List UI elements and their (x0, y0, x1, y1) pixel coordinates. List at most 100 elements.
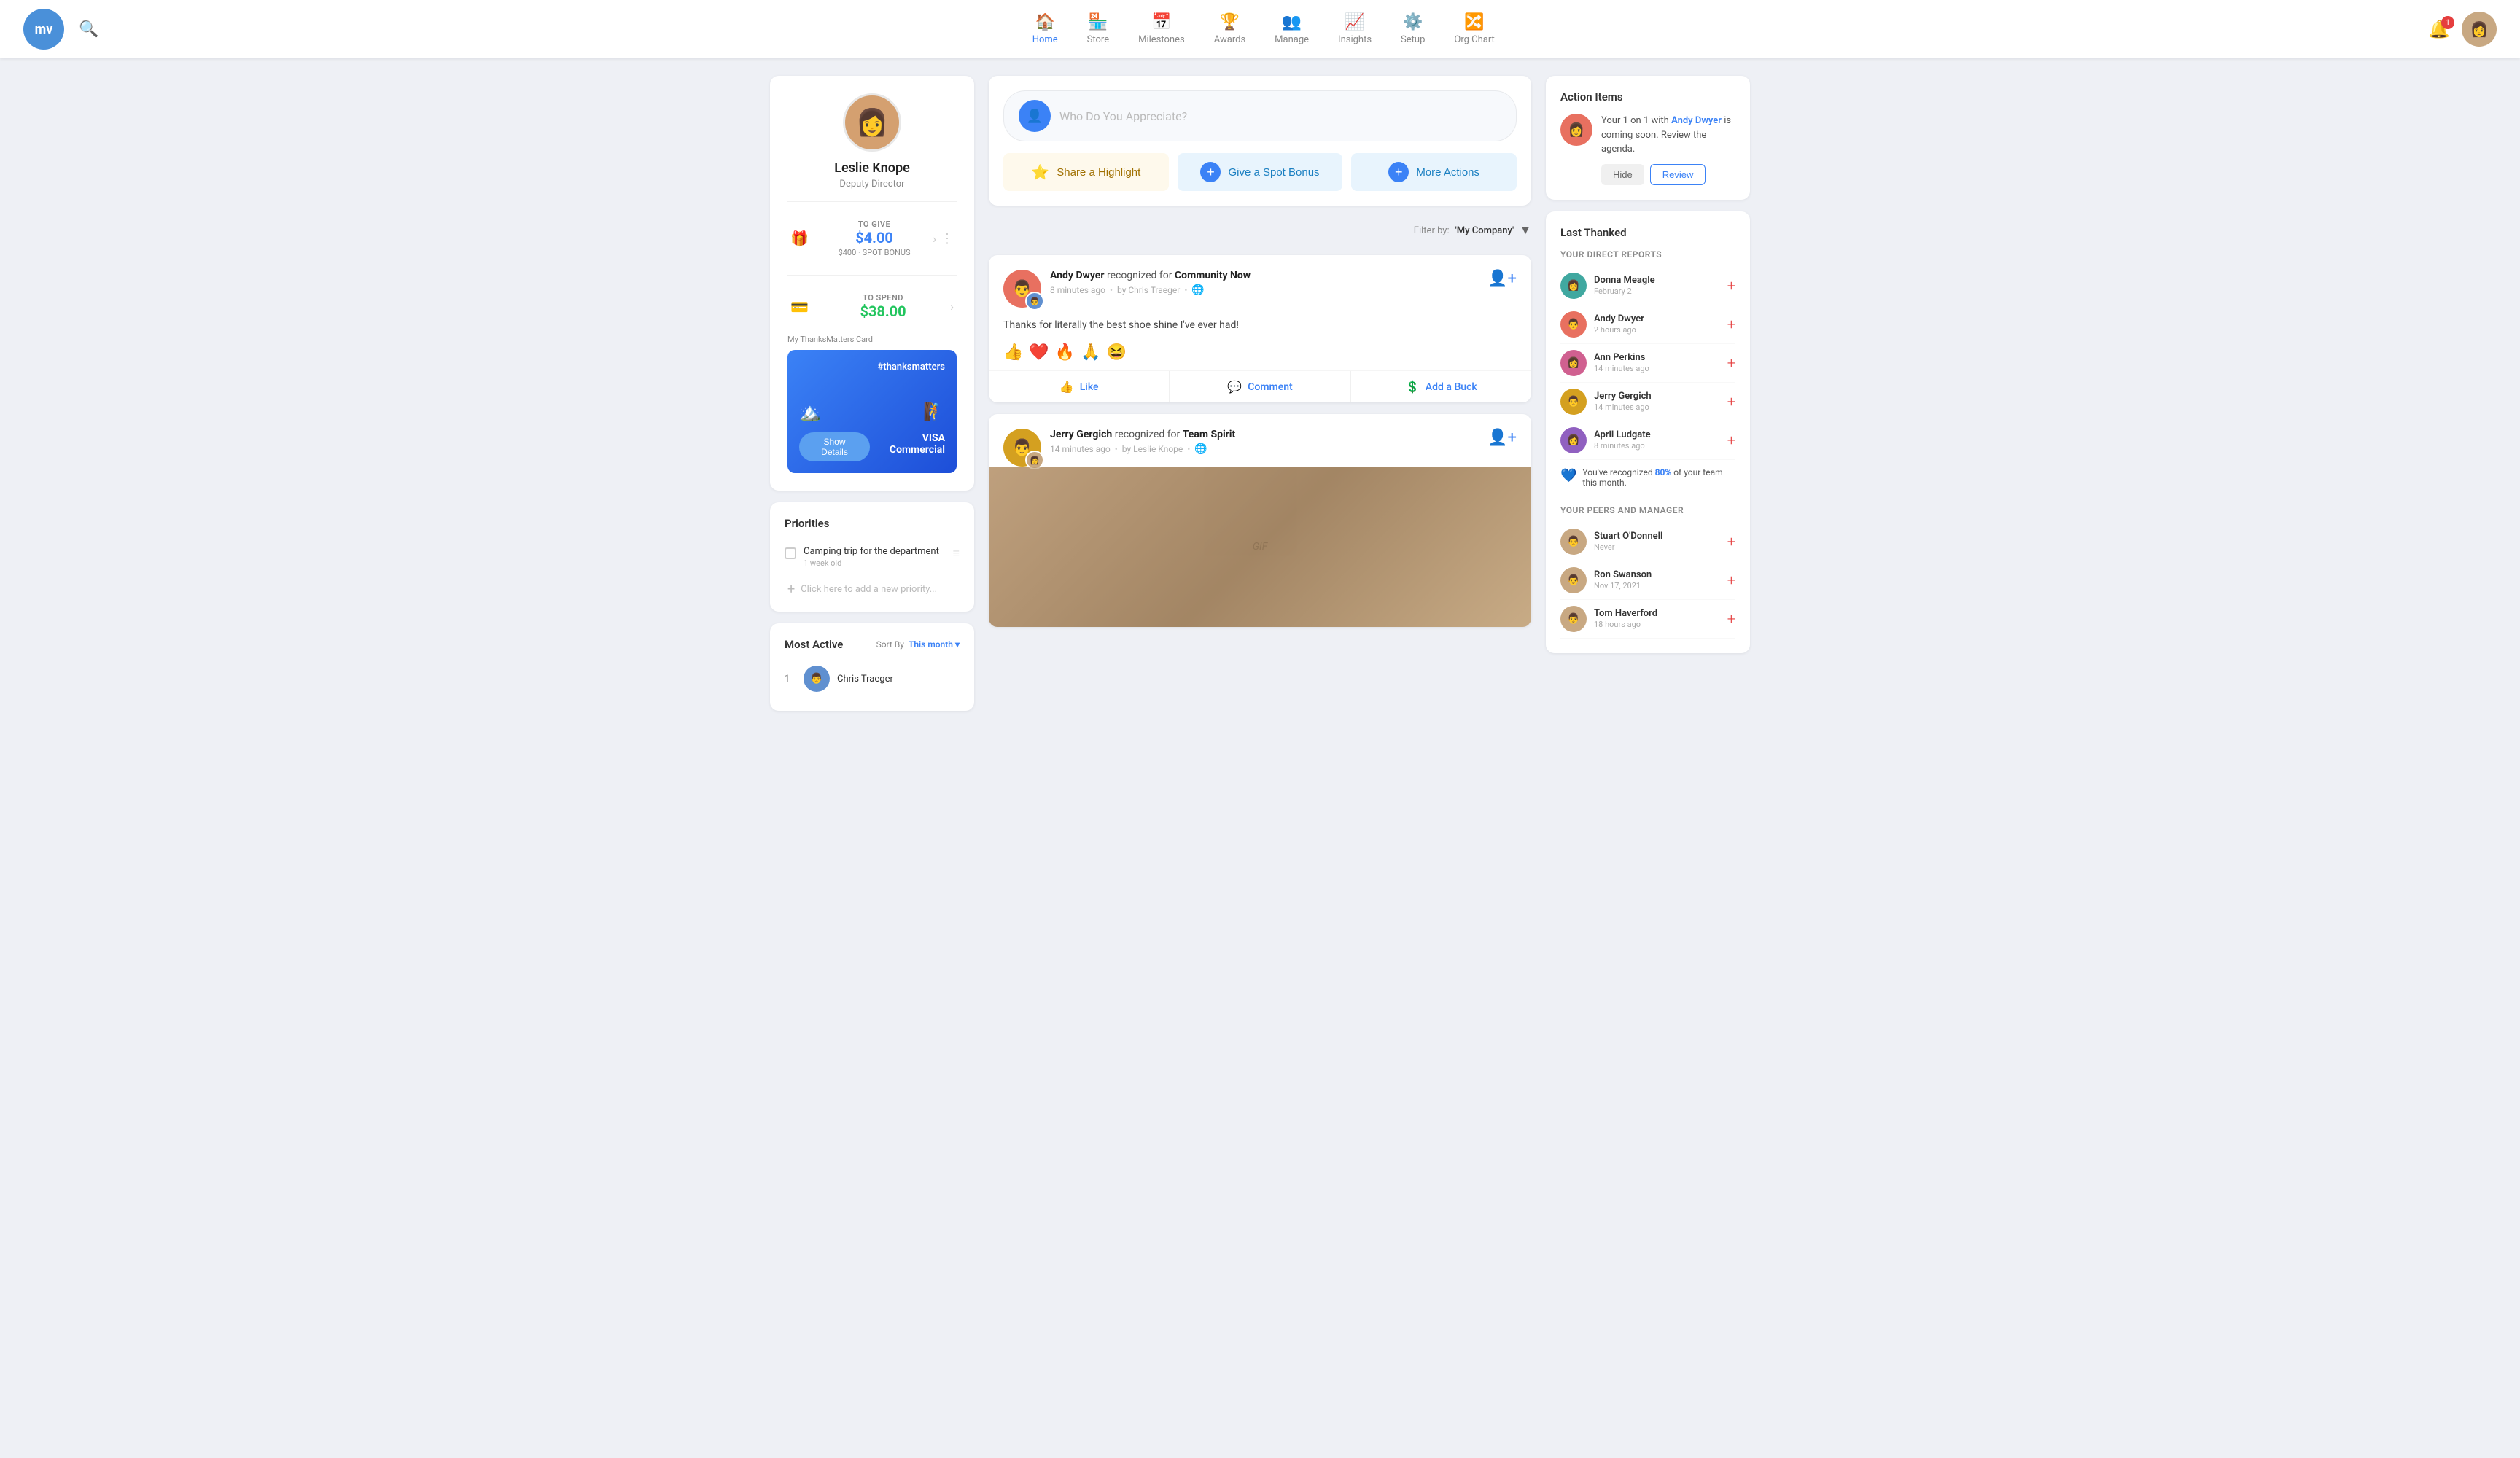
action-items-card: Action Items 👩 Your 1 on 1 with Andy Dwy… (1546, 76, 1750, 200)
most-active-card: Most Active Sort By This month ▾ 1 👨 Chr… (770, 623, 974, 711)
sort-by-label: Sort By (876, 639, 904, 650)
priority-checkbox[interactable] (785, 547, 796, 559)
chevron-down-icon: ▾ (955, 639, 960, 650)
thumbs-up-reaction[interactable]: 👍 (1003, 343, 1023, 362)
feed-gif-image: GIF (989, 467, 1531, 627)
to-give-row: 🎁 TO GIVE $4.00 $400 · SPOT BONUS › ⋮ (788, 214, 957, 263)
fire-reaction[interactable]: 🔥 (1055, 343, 1075, 362)
heart-reaction[interactable]: ❤️ (1029, 343, 1049, 362)
action-buttons: ⭐ Share a Highlight + Give a Spot Bonus … (1003, 153, 1517, 191)
stuart-avatar: 👨 (1560, 529, 1587, 555)
feed-reactions-1: 👍 ❤️ 🔥 🙏 😆 (989, 343, 1531, 370)
nav-item-insights[interactable]: 📈 Insights (1338, 13, 1372, 45)
app-logo[interactable]: mv (23, 9, 64, 50)
ann-avatar: 👩 (1560, 350, 1587, 376)
feed-avatar-wrap-2: 👨 👩 (1003, 429, 1041, 467)
tom-avatar: 👨 (1560, 606, 1587, 632)
thank-tom-button[interactable]: + (1727, 610, 1735, 628)
filter-value[interactable]: 'My Company' (1455, 225, 1514, 236)
feed-post-1: 👨 👨 Andy Dwyer recognized for Community … (989, 255, 1531, 402)
nav-item-awards[interactable]: 🏆 Awards (1214, 13, 1245, 45)
feed-names-2: Jerry Gergich recognized for Team Spirit (1050, 429, 1479, 440)
top-navigation: mv 🔍 🏠 Home 🏪 Store 📅 Milestones 🏆 Award… (0, 0, 2520, 58)
thanked-jerry: 👨 Jerry Gergich 14 minutes ago + (1560, 383, 1735, 421)
sort-select[interactable]: This month ▾ (909, 639, 960, 650)
appreciate-input-row[interactable]: 👤 Who Do You Appreciate? (1003, 90, 1517, 141)
globe-icon-2: 🌐 (1194, 443, 1207, 455)
ann-info: Ann Perkins 14 minutes ago (1594, 352, 1720, 373)
review-button[interactable]: Review (1650, 164, 1706, 185)
nav-item-manage[interactable]: 👥 Manage (1275, 13, 1309, 45)
notifications-button[interactable]: 🔔 1 (2428, 19, 2450, 39)
rank-number: 1 (785, 674, 796, 685)
filter-label: Filter by: (1414, 225, 1450, 236)
recognized-text: You've recognized 80% of your team this … (1582, 467, 1735, 488)
drag-handle-icon[interactable]: ≡ (953, 546, 960, 561)
action-item-link[interactable]: Andy Dwyer (1671, 115, 1722, 126)
action-item-text: Your 1 on 1 with Andy Dwyer is coming so… (1601, 114, 1735, 157)
thank-stuart-button[interactable]: + (1727, 533, 1735, 550)
hide-button[interactable]: Hide (1601, 164, 1644, 185)
add-person-icon-1[interactable]: 👤+ (1488, 270, 1517, 288)
add-buck-button[interactable]: 💲 Add a Buck (1351, 371, 1531, 402)
andy-name: Andy Dwyer (1594, 313, 1720, 324)
thanked-donna: 👩 Donna Meagle February 2 + (1560, 267, 1735, 305)
nav-item-home[interactable]: 🏠 Home (1032, 13, 1058, 45)
thanked-ron: 👨 Ron Swanson Nov 17, 2021 + (1560, 561, 1735, 600)
more-actions-button[interactable]: + More Actions (1351, 153, 1517, 191)
to-give-arrow[interactable]: › (933, 232, 936, 246)
ron-avatar: 👨 (1560, 567, 1587, 593)
heart-icon: 💙 (1560, 468, 1576, 483)
card-visual: 🏔️ 🧗 (799, 378, 945, 422)
give-spot-bonus-button[interactable]: + Give a Spot Bonus (1178, 153, 1343, 191)
thank-andy-button[interactable]: + (1727, 316, 1735, 333)
priorities-card: Priorities Camping trip for the departme… (770, 502, 974, 612)
card-icon: 💳 (790, 298, 809, 316)
feed-names-1: Andy Dwyer recognized for Community Now (1050, 270, 1479, 281)
laugh-reaction[interactable]: 😆 (1107, 343, 1127, 362)
card-person-icon: 🧗 (923, 402, 945, 422)
like-button[interactable]: 👍 Like (989, 371, 1169, 402)
feed-header-2: 👨 👩 Jerry Gergich recognized for Team Sp… (989, 414, 1531, 467)
donna-name: Donna Meagle (1594, 275, 1720, 286)
nav-item-store[interactable]: 🏪 Store (1087, 13, 1109, 45)
pray-reaction[interactable]: 🙏 (1081, 343, 1100, 362)
search-button[interactable]: 🔍 (79, 20, 98, 39)
add-person-icon-2[interactable]: 👤+ (1488, 429, 1517, 447)
comment-button[interactable]: 💬 Comment (1170, 371, 1350, 402)
recognized-pct: 80% (1655, 467, 1672, 477)
nav-item-setup[interactable]: ⚙️ Setup (1401, 13, 1425, 45)
card-label: My ThanksMatters Card (788, 335, 957, 344)
action-item-buttons: Hide Review (1601, 164, 1735, 185)
post-author-1: Andy Dwyer (1050, 270, 1104, 281)
thanked-andy: 👨 Andy Dwyer 2 hours ago + (1560, 305, 1735, 344)
ron-name: Ron Swanson (1594, 569, 1720, 580)
andy-avatar-sidebar: 👨 (1560, 311, 1587, 338)
appreciate-placeholder[interactable]: Who Do You Appreciate? (1059, 109, 1501, 123)
to-spend-arrow[interactable]: › (950, 300, 954, 313)
april-time: 8 minutes ago (1594, 441, 1720, 451)
share-highlight-button[interactable]: ⭐ Share a Highlight (1003, 153, 1169, 191)
add-priority-button[interactable]: + Click here to add a new priority... (785, 574, 960, 597)
thank-jerry-button[interactable]: + (1727, 393, 1735, 410)
user-avatar[interactable]: 👩 (2462, 12, 2497, 47)
feed-time-2: 14 minutes ago • by Leslie Knope • 🌐 (1050, 443, 1479, 455)
most-active-name: Chris Traeger (837, 674, 893, 685)
nav-item-org-chart[interactable]: 🔀 Org Chart (1454, 13, 1494, 45)
nav-item-milestones[interactable]: 📅 Milestones (1138, 13, 1185, 45)
most-active-avatar: 👨 (804, 666, 830, 692)
thank-april-button[interactable]: + (1727, 432, 1735, 449)
show-details-button[interactable]: Show Details (799, 432, 870, 461)
filter-arrow-icon[interactable]: ▼ (1520, 223, 1531, 238)
thank-ron-button[interactable]: + (1727, 572, 1735, 589)
ann-name: Ann Perkins (1594, 352, 1720, 363)
main-content: 👤 Who Do You Appreciate? ⭐ Share a Highl… (989, 76, 1531, 711)
action-item-avatar: 👩 (1560, 114, 1592, 146)
thank-donna-button[interactable]: + (1727, 277, 1735, 295)
action-item: 👩 Your 1 on 1 with Andy Dwyer is coming … (1560, 114, 1735, 185)
to-give-more[interactable]: ⋮ (941, 231, 954, 246)
thank-ann-button[interactable]: + (1727, 354, 1735, 372)
buck-icon: 💲 (1405, 380, 1420, 394)
nav-right: 🔔 1 👩 (2428, 12, 2497, 47)
to-spend-amount: $38.00 (816, 303, 950, 320)
